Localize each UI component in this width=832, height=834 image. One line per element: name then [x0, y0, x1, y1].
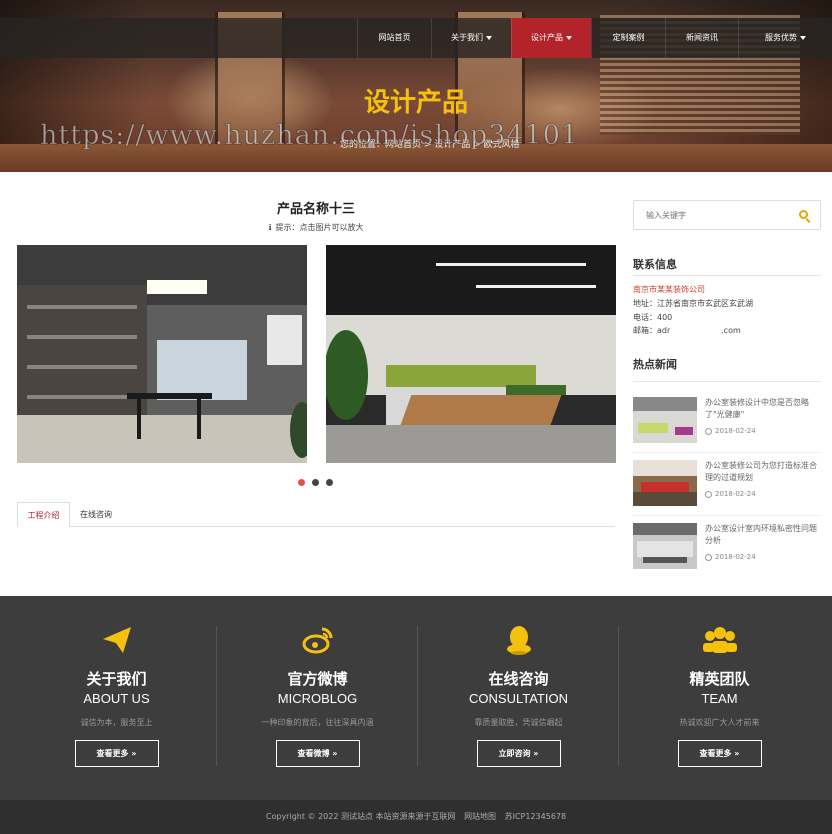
footer-subtitle: CONSULTATION: [469, 691, 568, 706]
search-input[interactable]: [646, 208, 786, 223]
nav-item-cases[interactable]: 定制案例: [591, 18, 665, 58]
news-title[interactable]: 办公室装修设计中您是否忽略了"光健康": [705, 397, 821, 421]
about-more-button[interactable]: 查看更多 »: [74, 740, 159, 767]
qq-icon: [506, 626, 531, 655]
footer-weibo: 官方微博 MICROBLOG 一种印象的背后，往往深具内涵 查看微博 »: [217, 596, 418, 800]
contact-address: 地址：江苏省南京市玄武区玄武湖: [633, 299, 753, 308]
tab-intro[interactable]: 工程介绍: [17, 502, 70, 527]
footer-about: 关于我们 ABOUT US 诚信为本，服务至上 查看更多 »: [16, 596, 217, 800]
info-icon: ℹ: [268, 223, 272, 232]
chevron-down-icon: [566, 35, 572, 40]
nav-item-about[interactable]: 关于我们: [431, 18, 511, 58]
news-title[interactable]: 办公室装修公司为您打造标准合理的过道规划: [705, 460, 821, 484]
zoom-tip: ℹ 提示：点击图片可以放大: [268, 223, 364, 232]
nav-item-services[interactable]: 服务优势: [738, 18, 832, 58]
product-photo-1[interactable]: [17, 245, 307, 463]
search-box: [633, 200, 821, 230]
product-photo-2[interactable]: [326, 245, 616, 463]
news-date: 2018-02-24: [705, 490, 756, 498]
footer-title: 官方微博: [287, 670, 348, 688]
news-item[interactable]: 办公室装修公司为您打造标准合理的过道规划 2018-02-24: [633, 460, 821, 516]
banner-title: 设计产品: [363, 88, 468, 118]
consult-button[interactable]: 立即咨询 »: [476, 740, 561, 767]
search-icon[interactable]: [799, 210, 808, 219]
footer-title: 关于我们: [86, 670, 147, 688]
footer-desc: 热诚欢迎广大人才前来: [679, 718, 760, 727]
contact-heading: 联系信息: [633, 258, 677, 271]
news-item[interactable]: 办公室装修设计中您是否忽略了"光健康" 2018-02-24: [633, 397, 821, 453]
news-thumbnail: [633, 397, 697, 443]
watermark-text: https://www.huzhan.com/ishop34101: [39, 120, 580, 152]
divider: [633, 381, 821, 382]
news-title[interactable]: 办公室设计室内环境私密性问题分析: [705, 523, 821, 547]
office-photo-1: [17, 245, 307, 463]
footer-desc: 诚信为本，服务至上: [80, 718, 153, 727]
footer-team: 精英团队 TEAM 热诚欢迎广大人才前来 查看更多 »: [619, 596, 820, 800]
weibo-icon: [302, 627, 332, 654]
news-item[interactable]: 办公室设计室内环境私密性问题分析 2018-02-24: [633, 523, 821, 579]
footer-desc: 靠质量取胜，凭诚信崛起: [474, 718, 563, 727]
tab-consult[interactable]: 在线咨询: [80, 502, 112, 527]
nav-item-home[interactable]: 网站首页: [357, 18, 431, 58]
contact-email: 邮箱：adr .com: [633, 326, 741, 335]
office-photo-2: [326, 245, 616, 463]
nav-item-news[interactable]: 新闻资讯: [665, 18, 738, 58]
team-more-button[interactable]: 查看更多 »: [677, 740, 762, 767]
news-thumbnail: [633, 460, 697, 506]
footer-subtitle: TEAM: [701, 691, 738, 706]
copyright-bar: Copyright © 2022 测试站点 本站资源来源于互联网 网站地图 苏I…: [0, 800, 832, 834]
footer-title: 在线咨询: [488, 670, 549, 688]
contact-phone: 电话：400: [633, 313, 673, 322]
product-title: 产品名称十三: [276, 202, 355, 217]
footer-consult: 在线咨询 CONSULTATION 靠质量取胜，凭诚信崛起 立即咨询 »: [418, 596, 619, 800]
nav-item-products[interactable]: 设计产品: [511, 18, 591, 58]
copyright-text: Copyright © 2022 测试站点 本站资源来源于互联网: [265, 812, 456, 821]
contact-company: 南京市某某装饰公司: [633, 285, 705, 294]
team-icon: [702, 627, 737, 653]
news-date: 2018-02-24: [705, 427, 756, 435]
sitemap-link[interactable]: 网站地图: [464, 812, 496, 821]
main-nav: 网站首页 关于我们 设计产品 定制案例 新闻资讯 服务优势: [0, 18, 832, 58]
footer-desc: 一种印象的背后，往往深具内涵: [261, 718, 374, 727]
product-tabs: 工程介绍 在线咨询: [17, 502, 615, 527]
carousel-dot[interactable]: [298, 479, 305, 486]
paper-plane-icon: [102, 627, 131, 653]
news-date: 2018-02-24: [705, 553, 756, 561]
chevron-down-icon: [800, 35, 806, 40]
divider: [633, 275, 821, 276]
footer-subtitle: MICROBLOG: [277, 691, 358, 706]
news-heading: 热点新闻: [633, 358, 677, 371]
footer-title: 精英团队: [689, 670, 750, 688]
news-thumbnail: [633, 523, 697, 569]
chevron-down-icon: [486, 35, 492, 40]
weibo-button[interactable]: 查看微博 »: [275, 740, 360, 767]
carousel-dots: [298, 479, 333, 486]
footer: 关于我们 ABOUT US 诚信为本，服务至上 查看更多 » 官方微博 MICR…: [0, 596, 832, 800]
carousel-dot[interactable]: [312, 479, 319, 486]
footer-subtitle: ABOUT US: [83, 691, 150, 706]
carousel-dot[interactable]: [326, 479, 333, 486]
icp-link[interactable]: 苏ICP12345678: [505, 812, 567, 821]
